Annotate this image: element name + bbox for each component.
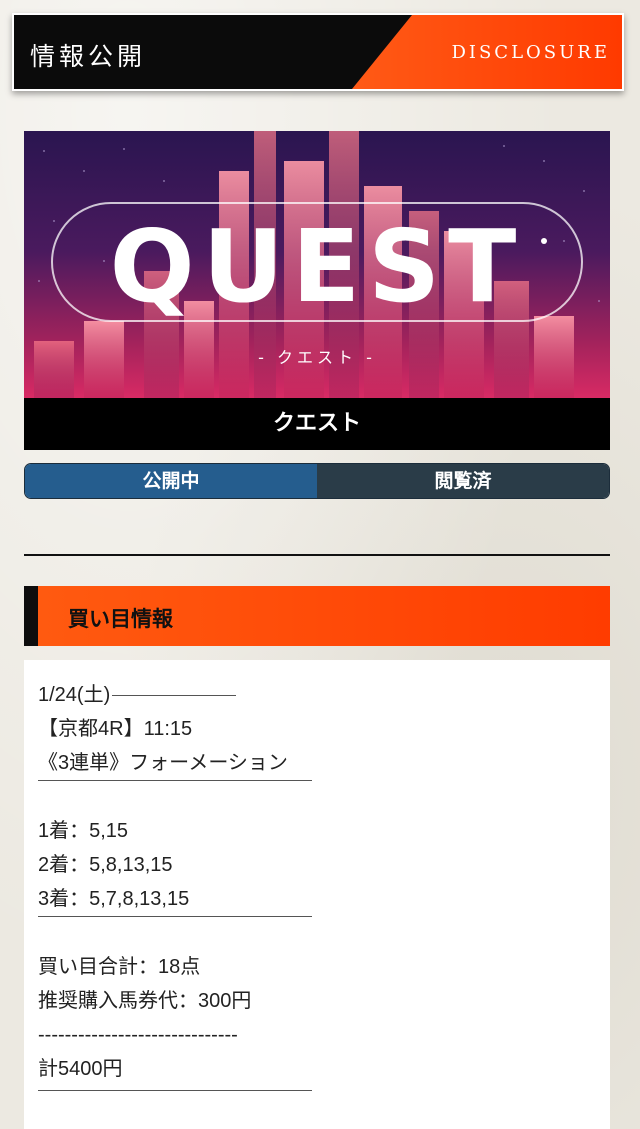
info-race: 【京都4R】11:15 bbox=[38, 718, 193, 740]
section-divider bbox=[24, 554, 610, 556]
info-dashes: ------------------------------ bbox=[38, 1024, 238, 1046]
separator-rule bbox=[38, 780, 312, 781]
tab-viewed[interactable]: 閲覧済 bbox=[317, 464, 609, 498]
separator-rule bbox=[38, 1090, 312, 1091]
section-title: 買い目情報 bbox=[68, 606, 173, 631]
info-total-points: 買い目合計：18点 bbox=[38, 956, 201, 978]
info-second: 2着：5,8,13,15 bbox=[38, 854, 173, 876]
banner-artwork: QUEST - クエスト - bbox=[34, 131, 600, 398]
banner-logo-sub: - クエスト - bbox=[258, 348, 376, 367]
info-third: 3着：5,7,8,13,15 bbox=[38, 888, 190, 910]
rule-row bbox=[38, 916, 596, 950]
info-sum: 計5400円 bbox=[38, 1058, 123, 1080]
info-date-line: 1/24(土) bbox=[38, 678, 596, 712]
page-subtitle: DISCLOSURE bbox=[451, 42, 610, 63]
status-tabs: 公開中 閲覧済 bbox=[24, 463, 610, 499]
rule-row bbox=[38, 780, 596, 814]
info-date: 1/24(土) bbox=[38, 684, 111, 706]
separator-rule bbox=[38, 916, 312, 917]
info-bet-type: 《3連単》フォーメーション bbox=[38, 752, 288, 774]
section-header: 買い目情報 bbox=[24, 586, 610, 646]
rule-row bbox=[38, 1086, 596, 1120]
tab-published[interactable]: 公開中 bbox=[25, 464, 317, 498]
bet-info-panel: 1/24(土) 【京都4R】11:15 《3連単》フォーメーション 1着：5,1… bbox=[24, 660, 610, 1129]
info-recommended: 推奨購入馬券代：300円 bbox=[38, 990, 252, 1012]
quest-banner-image: QUEST - クエスト - bbox=[24, 131, 610, 398]
page-header: 情報公開 DISCLOSURE bbox=[12, 13, 624, 91]
info-first: 1着：5,15 bbox=[38, 820, 129, 842]
page-title: 情報公開 bbox=[30, 42, 147, 71]
date-rule bbox=[112, 695, 237, 697]
banner-logo: QUEST bbox=[110, 208, 525, 325]
banner-caption: クエスト bbox=[24, 398, 610, 450]
